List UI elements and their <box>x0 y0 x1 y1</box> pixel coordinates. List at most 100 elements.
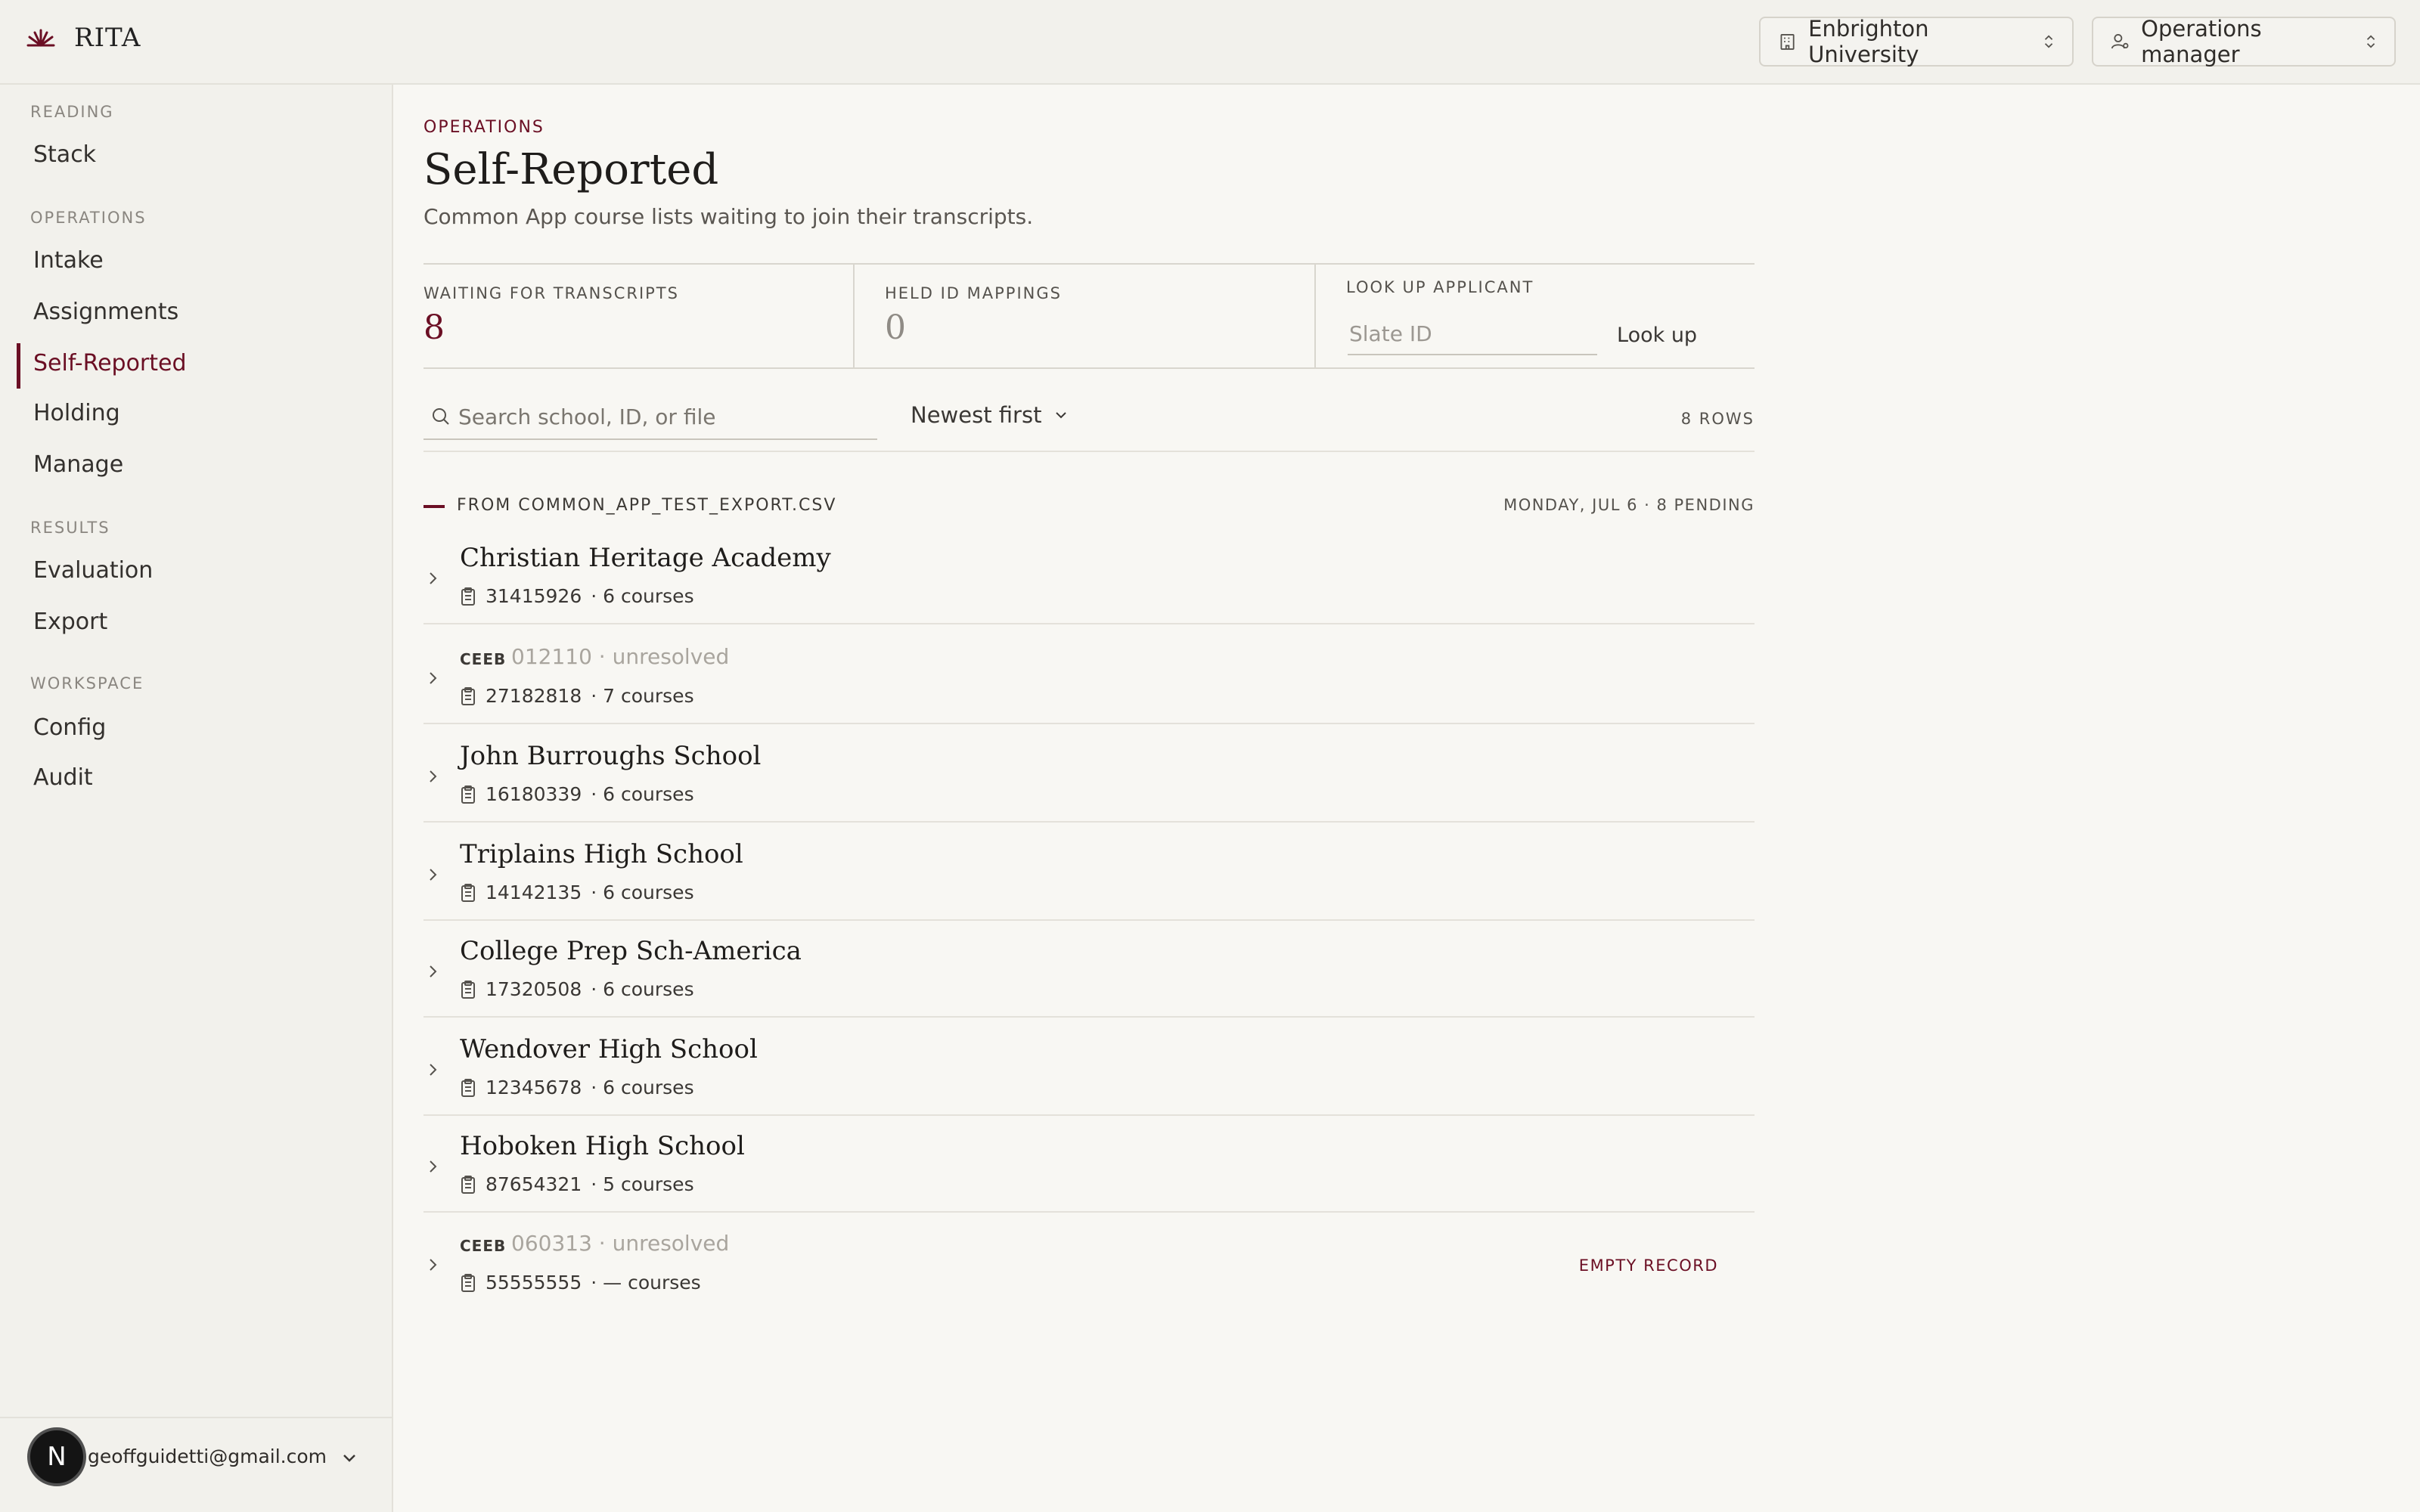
table-row[interactable]: Triplains High School 14142135 · 6 cours… <box>424 823 1754 921</box>
university-name: Enbrighton University <box>1808 16 1929 67</box>
row-ceeb-label: CEEB <box>460 1237 507 1255</box>
chevron-right-icon[interactable] <box>427 1157 440 1176</box>
sidebar-item-holding[interactable]: Holding <box>17 392 372 434</box>
clipboard-icon <box>461 686 475 705</box>
stat-waiting-value: 8 <box>424 308 445 347</box>
row-course-count: · 6 courses <box>591 585 694 607</box>
brand-name: RITA <box>74 23 141 53</box>
row-course-count: · — courses <box>591 1272 701 1294</box>
row-applicant-id: 17320508 <box>486 978 582 1000</box>
avatar[interactable]: N <box>27 1427 86 1486</box>
chevron-updown-icon <box>2044 35 2053 48</box>
sidebar-item-assignments[interactable]: Assignments <box>17 290 372 333</box>
table-row[interactable]: College Prep Sch-America 17320508 · 6 co… <box>424 919 1754 1018</box>
user-email: geoffguidetti@gmail.com <box>88 1445 327 1467</box>
nav-section-workspace: WORKSPACE <box>30 674 144 692</box>
row-course-count: · 6 courses <box>591 978 694 1000</box>
table-row[interactable]: John Burroughs School 16180339 · 6 cours… <box>424 724 1754 823</box>
table-row[interactable]: CEEB 012110 · unresolved 27182818 · 7 co… <box>424 626 1754 724</box>
top-bar: RITA Enbrighton University Operations ma… <box>0 0 2420 85</box>
brand[interactable]: RITA <box>26 23 141 53</box>
nav-section-results: RESULTS <box>30 519 110 537</box>
chevron-right-icon[interactable] <box>427 767 440 786</box>
row-applicant-id: 14142135 <box>486 881 582 903</box>
row-meta: 12345678 · 6 courses <box>460 1077 694 1098</box>
row-meta: 27182818 · 7 courses <box>460 685 694 707</box>
chevron-down-icon <box>1056 412 1067 419</box>
search-field[interactable] <box>424 395 877 440</box>
sidebar-item-config[interactable]: Config <box>17 706 372 748</box>
chevron-right-icon[interactable] <box>427 865 440 885</box>
table-row[interactable]: Hoboken High School 87654321 · 5 courses <box>424 1114 1754 1213</box>
nav-section-reading: READING <box>30 103 114 121</box>
sidebar-item-audit[interactable]: Audit <box>17 756 372 798</box>
stat-held-label: HELD ID MAPPINGS <box>885 284 1062 302</box>
page-title: Self-Reported <box>424 145 719 194</box>
row-course-count: · 6 courses <box>591 881 694 903</box>
row-applicant-id: 16180339 <box>486 783 582 805</box>
clipboard-icon <box>461 1175 475 1194</box>
sidebar-item-self-reported[interactable]: Self-Reported <box>17 342 372 389</box>
chevron-right-icon[interactable] <box>427 569 440 588</box>
row-count: 8 ROWS <box>1680 410 1754 428</box>
chevron-right-icon[interactable] <box>427 1255 440 1275</box>
page-eyebrow: OPERATIONS <box>424 118 544 137</box>
table-row[interactable]: CEEB 060313 · unresolved 55555555 · — co… <box>424 1213 1754 1311</box>
role-selector[interactable]: Operations manager <box>2092 16 2396 67</box>
row-applicant-id: 87654321 <box>486 1173 582 1195</box>
lookup-label: LOOK UP APPLICANT <box>1346 278 1534 296</box>
row-ceeb-code: 012110 · unresolved <box>511 644 730 669</box>
chevron-right-icon[interactable] <box>427 962 440 981</box>
chevron-down-icon[interactable] <box>339 1448 360 1467</box>
stat-held: HELD ID MAPPINGS 0 <box>855 265 1316 367</box>
university-selector[interactable]: Enbrighton University <box>1759 16 2074 67</box>
row-school: Christian Heritage Academy <box>460 543 831 573</box>
sort-dropdown[interactable]: Newest first <box>911 402 1069 428</box>
group-meta: MONDAY, JUL 6 · 8 PENDING <box>1503 496 1754 514</box>
search-icon <box>433 408 449 425</box>
sidebar-item-manage[interactable]: Manage <box>17 443 372 485</box>
building-icon <box>1780 34 1795 50</box>
row-meta: 16180339 · 6 courses <box>460 783 694 805</box>
group-header: FROM COMMON_APP_TEST_EXPORT.CSV MONDAY, … <box>424 496 1754 526</box>
chevron-right-icon[interactable] <box>427 668 440 688</box>
row-course-count: · 7 courses <box>591 685 694 707</box>
sidebar-item-export[interactable]: Export <box>17 600 372 643</box>
lookup-button[interactable]: Look up <box>1617 324 1697 347</box>
clipboard-icon <box>461 785 475 804</box>
row-applicant-id: 55555555 <box>486 1272 582 1294</box>
role-name: Operations manager <box>2141 16 2262 67</box>
user-menu[interactable]: N geoffguidetti@gmail.com <box>0 1417 392 1512</box>
row-meta: 17320508 · 6 courses <box>460 978 694 1000</box>
user-role-icon <box>2111 34 2129 49</box>
clipboard-icon <box>461 980 475 999</box>
row-applicant-id: 12345678 <box>486 1077 582 1098</box>
slate-id-input[interactable] <box>1348 313 1597 355</box>
chevron-right-icon[interactable] <box>427 1060 440 1080</box>
clipboard-icon <box>461 883 475 902</box>
row-ceeb-code: 060313 · unresolved <box>511 1231 730 1256</box>
collapse-dash-icon[interactable] <box>424 505 445 508</box>
row-applicant-id: 31415926 <box>486 585 582 607</box>
search-input[interactable] <box>458 399 867 434</box>
row-course-count: · 6 courses <box>591 1077 694 1098</box>
clipboard-icon <box>461 1078 475 1097</box>
table-row[interactable]: Wendover High School 12345678 · 6 course… <box>424 1018 1754 1116</box>
row-school: College Prep Sch-America <box>460 936 802 966</box>
sidebar-item-evaluation[interactable]: Evaluation <box>17 549 372 591</box>
row-meta: 14142135 · 6 courses <box>460 881 694 903</box>
row-course-count: · 6 courses <box>591 783 694 805</box>
list-toolbar: Newest first 8 ROWS <box>424 392 1754 452</box>
table-row[interactable]: Christian Heritage Academy 31415926 · 6 … <box>424 526 1754 624</box>
clipboard-icon <box>461 1273 475 1292</box>
sidebar-item-stack[interactable]: Stack <box>17 133 372 175</box>
stat-waiting-label: WAITING FOR TRANSCRIPTS <box>424 284 679 302</box>
row-course-count: · 5 courses <box>591 1173 694 1195</box>
stat-waiting: WAITING FOR TRANSCRIPTS 8 <box>424 265 855 367</box>
row-school: Hoboken High School <box>460 1131 745 1161</box>
chevron-updown-icon <box>2366 35 2375 48</box>
sidebar-item-intake[interactable]: Intake <box>17 239 372 281</box>
sidebar: READING Stack OPERATIONS Intake Assignme… <box>0 85 393 1512</box>
stats-bar: WAITING FOR TRANSCRIPTS 8 HELD ID MAPPIN… <box>424 263 1754 369</box>
row-meta: 55555555 · — courses <box>460 1272 701 1294</box>
